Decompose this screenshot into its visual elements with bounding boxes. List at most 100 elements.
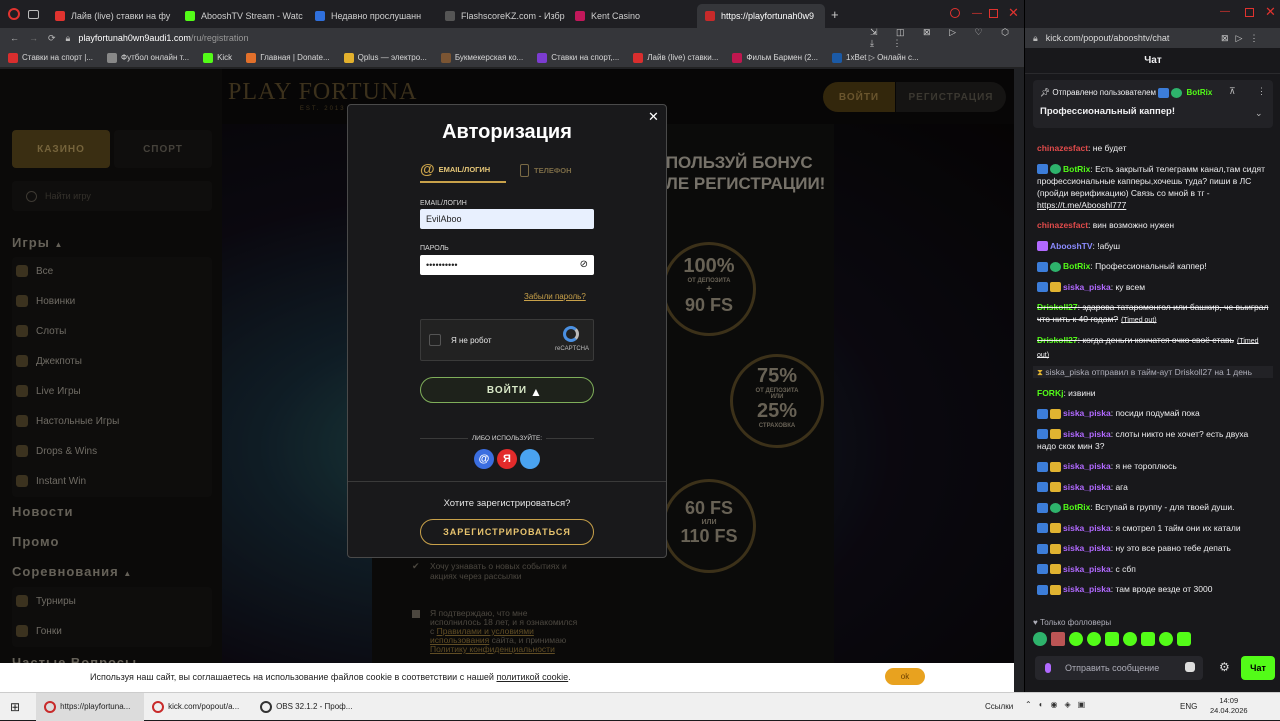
emoji-icon[interactable]: [1185, 662, 1195, 672]
cookie-policy-link[interactable]: политикой cookie: [496, 672, 568, 682]
forgot-password-link[interactable]: Забыли пароль?: [524, 292, 586, 301]
browser-tab[interactable]: Kent Casino: [567, 4, 695, 28]
chat-username[interactable]: siska_piska: [1063, 482, 1111, 492]
password-field[interactable]: •••••••••• ⊘: [420, 255, 594, 275]
browser-tab[interactable]: Лайв (live) ставки на фу: [47, 4, 175, 28]
emote-icon[interactable]: [1051, 632, 1065, 646]
minimize-icon[interactable]: —: [1220, 6, 1230, 17]
minimize-icon[interactable]: —: [972, 8, 982, 19]
language-indicator[interactable]: ENG: [1180, 702, 1197, 711]
emote-icon[interactable]: [1123, 632, 1137, 646]
emote-icon[interactable]: [1105, 632, 1119, 646]
settings-gear-icon[interactable]: ⚙: [1219, 660, 1230, 674]
windows-start-icon[interactable]: ⊞: [10, 700, 20, 714]
chat-username[interactable]: AbooshTV: [1050, 241, 1093, 251]
chat-username[interactable]: siska_piska: [1063, 282, 1111, 292]
browser-tab[interactable]: AbooshTV Stream - Watc: [177, 4, 305, 28]
maximize-icon[interactable]: [1245, 8, 1254, 17]
emote-icon[interactable]: [1177, 632, 1191, 646]
chat-text: : с сбп: [1110, 563, 1136, 574]
chat-send-button[interactable]: Чат: [1241, 656, 1275, 680]
clock[interactable]: 14:09 24.04.2026: [1210, 696, 1248, 716]
tab-overview-icon[interactable]: [28, 9, 39, 19]
new-tab-icon[interactable]: +: [831, 7, 839, 22]
bookmark-item[interactable]: Футбол онлайн т...: [107, 52, 189, 63]
yandex-login-icon[interactable]: Я: [497, 449, 517, 469]
chat-username[interactable]: BotRix: [1063, 164, 1090, 174]
taskbar-app-item[interactable]: https://playfortuna...: [36, 692, 145, 721]
chat-link[interactable]: https://t.me/Abooshl777: [1037, 200, 1126, 210]
taskbar-app-item[interactable]: OBS 32.1.2 - Проф...: [252, 693, 360, 721]
links-label[interactable]: Ссылки: [985, 702, 1013, 711]
chat-username[interactable]: siska_piska: [1063, 543, 1111, 553]
login-button[interactable]: ВОЙТИ: [420, 377, 594, 403]
chat-username[interactable]: Driskoll27: [1037, 302, 1078, 312]
taskbar-app-item[interactable]: kick.com/popout/a...: [144, 693, 252, 721]
chat-username[interactable]: chinazesfact: [1037, 143, 1088, 153]
back-icon[interactable]: ←: [10, 33, 19, 43]
chat-username[interactable]: Driskoll27: [1037, 335, 1078, 345]
toolbar-icons[interactable]: ⇲ ◫ ⊠ ▷ ♡ ⬡ ⤓ ⋮: [870, 27, 1024, 49]
phone-icon: [520, 163, 529, 177]
tab-phone[interactable]: ТЕЛЕФОН: [520, 157, 594, 183]
chevron-down-icon[interactable]: ⌄: [1255, 108, 1263, 119]
close-window-icon[interactable]: ✕: [1008, 5, 1019, 21]
close-window-icon[interactable]: ✕: [1265, 4, 1276, 20]
bookmark-item[interactable]: Ставки на спорт,...: [537, 52, 619, 63]
chat-username[interactable]: BotRix: [1063, 261, 1090, 271]
emote-icon[interactable]: [1069, 632, 1083, 646]
chat-username[interactable]: siska_piska: [1063, 408, 1111, 418]
eye-off-icon[interactable]: ⊘: [580, 259, 588, 270]
captcha-checkbox[interactable]: [429, 334, 441, 346]
more-options-icon[interactable]: ⋮: [1257, 86, 1266, 97]
unpin-icon[interactable]: ⊼: [1229, 86, 1236, 97]
browser-tab[interactable]: https://playfortunah0w9: [697, 4, 825, 28]
chat-message: siska_piska: ага: [1037, 481, 1269, 493]
bookmark-item[interactable]: Kick: [203, 52, 232, 63]
bookmark-item[interactable]: Главная | Donate...: [246, 52, 330, 63]
pinned-user[interactable]: BotRix: [1187, 88, 1213, 97]
bookmark-item[interactable]: Qplus — электро...: [343, 52, 427, 63]
forward-icon[interactable]: →: [29, 33, 38, 43]
reload-icon[interactable]: ⟳: [48, 33, 56, 44]
tab-label: https://playfortunah0w9: [721, 11, 815, 21]
chat-username[interactable]: siska_piska: [1063, 461, 1111, 471]
emote-icon[interactable]: [1033, 632, 1047, 646]
right-url-field[interactable]: kick.com/popout/abooshtv/chat: [1046, 33, 1170, 43]
mic-icon[interactable]: [1045, 663, 1051, 673]
chat-username[interactable]: chinazesfact: [1037, 220, 1088, 230]
pinned-header: 📌︎ Отправлено пользователем BotRix: [1040, 88, 1212, 98]
cookie-ok-button[interactable]: ok: [885, 668, 925, 685]
search-tabs-icon[interactable]: [950, 8, 960, 18]
chat-header: Чат: [1025, 48, 1280, 74]
emote-icon[interactable]: [1141, 632, 1155, 646]
maximize-icon[interactable]: [989, 9, 998, 18]
emote-icon[interactable]: [1087, 632, 1101, 646]
bookmark-item[interactable]: Ставки на спорт |...: [8, 52, 93, 63]
emote-icon[interactable]: [1159, 632, 1173, 646]
chat-username[interactable]: BotRix: [1063, 502, 1090, 512]
chat-username[interactable]: FORKj: [1037, 388, 1063, 398]
browser-tab[interactable]: Недавно прослушанн: [307, 4, 435, 28]
bookmark-item[interactable]: Букмекерская ко...: [440, 52, 523, 63]
right-toolbar-icons[interactable]: ⊠▷⋮: [1221, 33, 1265, 44]
recaptcha-widget[interactable]: Я не робот reCAPTCHA: [420, 319, 594, 361]
bookmark-item[interactable]: Фильм Бармен (2...: [732, 52, 818, 63]
browser-tab[interactable]: FlashscoreKZ.com - Избр: [437, 4, 565, 28]
tray-icons[interactable]: ⌃◐◉◈▣: [1025, 700, 1092, 709]
url-field[interactable]: playfortunah0wn9audi1.com/ru/registratio…: [78, 33, 248, 43]
other-login-icon[interactable]: [520, 449, 540, 469]
chat-username[interactable]: siska_piska: [1063, 429, 1111, 439]
chat-username[interactable]: siska_piska: [1063, 584, 1111, 594]
chat-username[interactable]: siska_piska: [1063, 523, 1111, 533]
email-field[interactable]: EvilAboo: [420, 209, 594, 229]
pinned-message[interactable]: 📌︎ Отправлено пользователем BotRix Профе…: [1033, 80, 1273, 128]
mail-login-icon[interactable]: @: [474, 449, 494, 469]
bookmark-item[interactable]: Лайв (live) ставки...: [633, 52, 718, 63]
bookmark-item[interactable]: 1xBet ▷ Онлайн с...: [832, 52, 919, 63]
chat-username[interactable]: siska_piska: [1063, 564, 1111, 574]
register-button[interactable]: ЗАРЕГИСТРИРОВАТЬСЯ: [420, 519, 594, 545]
send-message-input[interactable]: Отправить сообщение: [1035, 656, 1203, 680]
opera-logo-icon[interactable]: [8, 8, 20, 20]
tab-email-login[interactable]: @ EMAIL/ЛОГИН: [420, 157, 506, 183]
